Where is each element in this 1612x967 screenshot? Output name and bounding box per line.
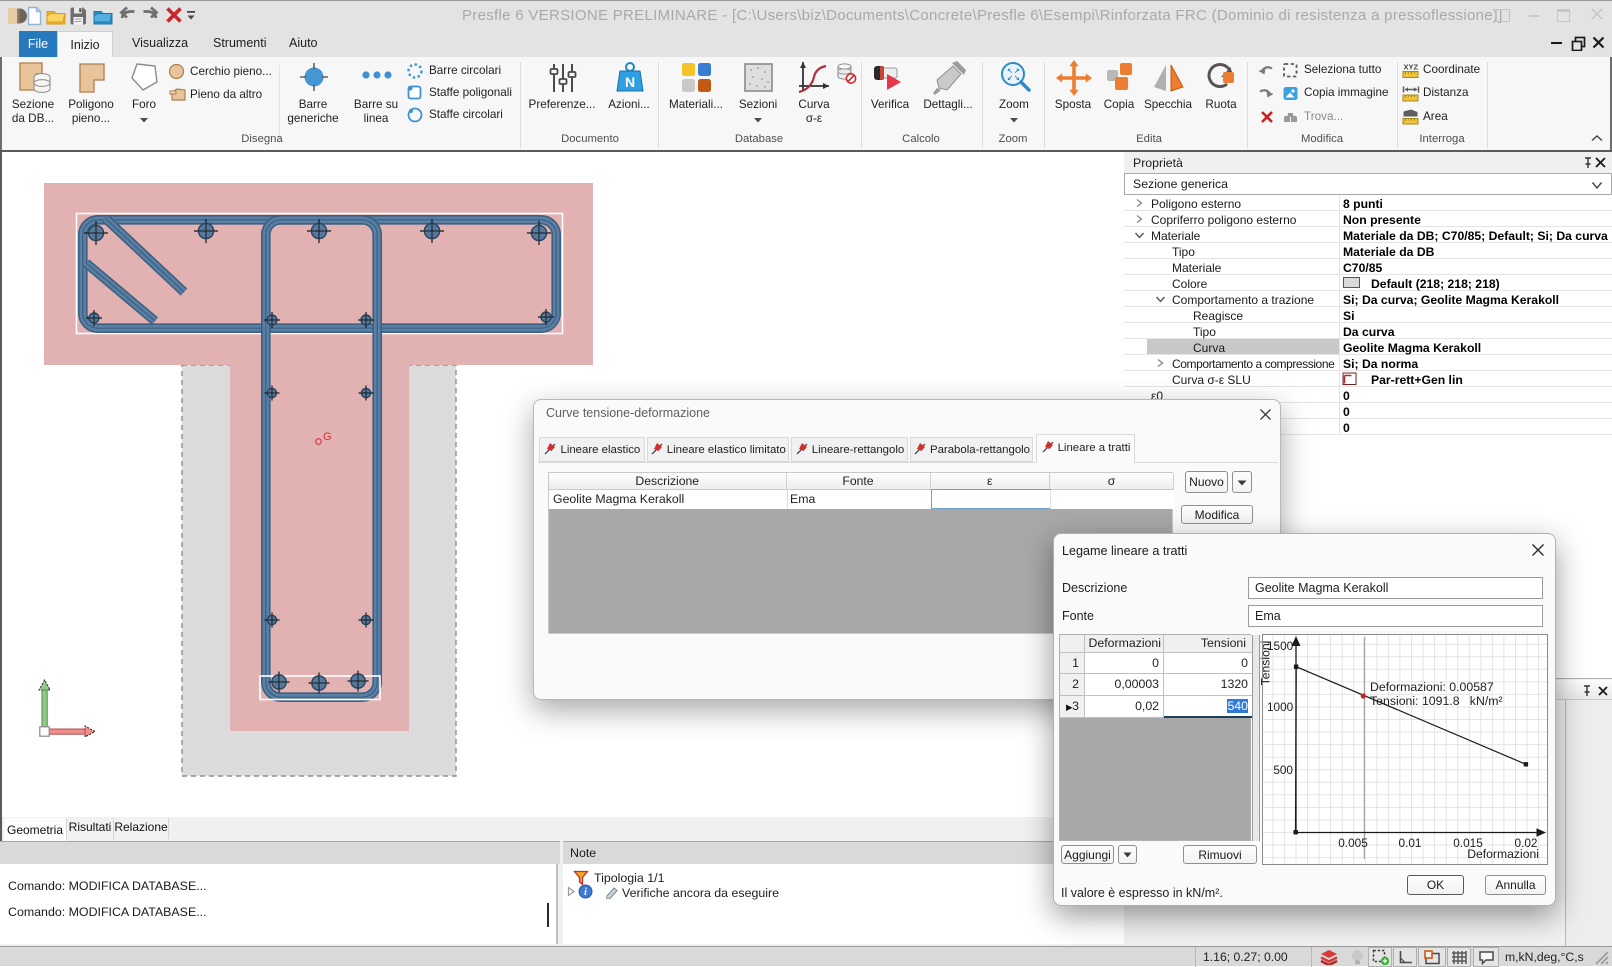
svg-text:i: i — [584, 887, 587, 898]
svg-text:↖: ↖ — [1007, 68, 1013, 75]
svg-text:G: G — [323, 431, 332, 443]
svg-text:↘: ↘ — [1014, 75, 1020, 82]
svg-text:↗: ↗ — [1014, 68, 1020, 75]
svg-text:↙: ↙ — [1007, 75, 1013, 82]
svg-text:N: N — [625, 74, 635, 90]
svg-text:XYZ: XYZ — [1404, 63, 1419, 72]
